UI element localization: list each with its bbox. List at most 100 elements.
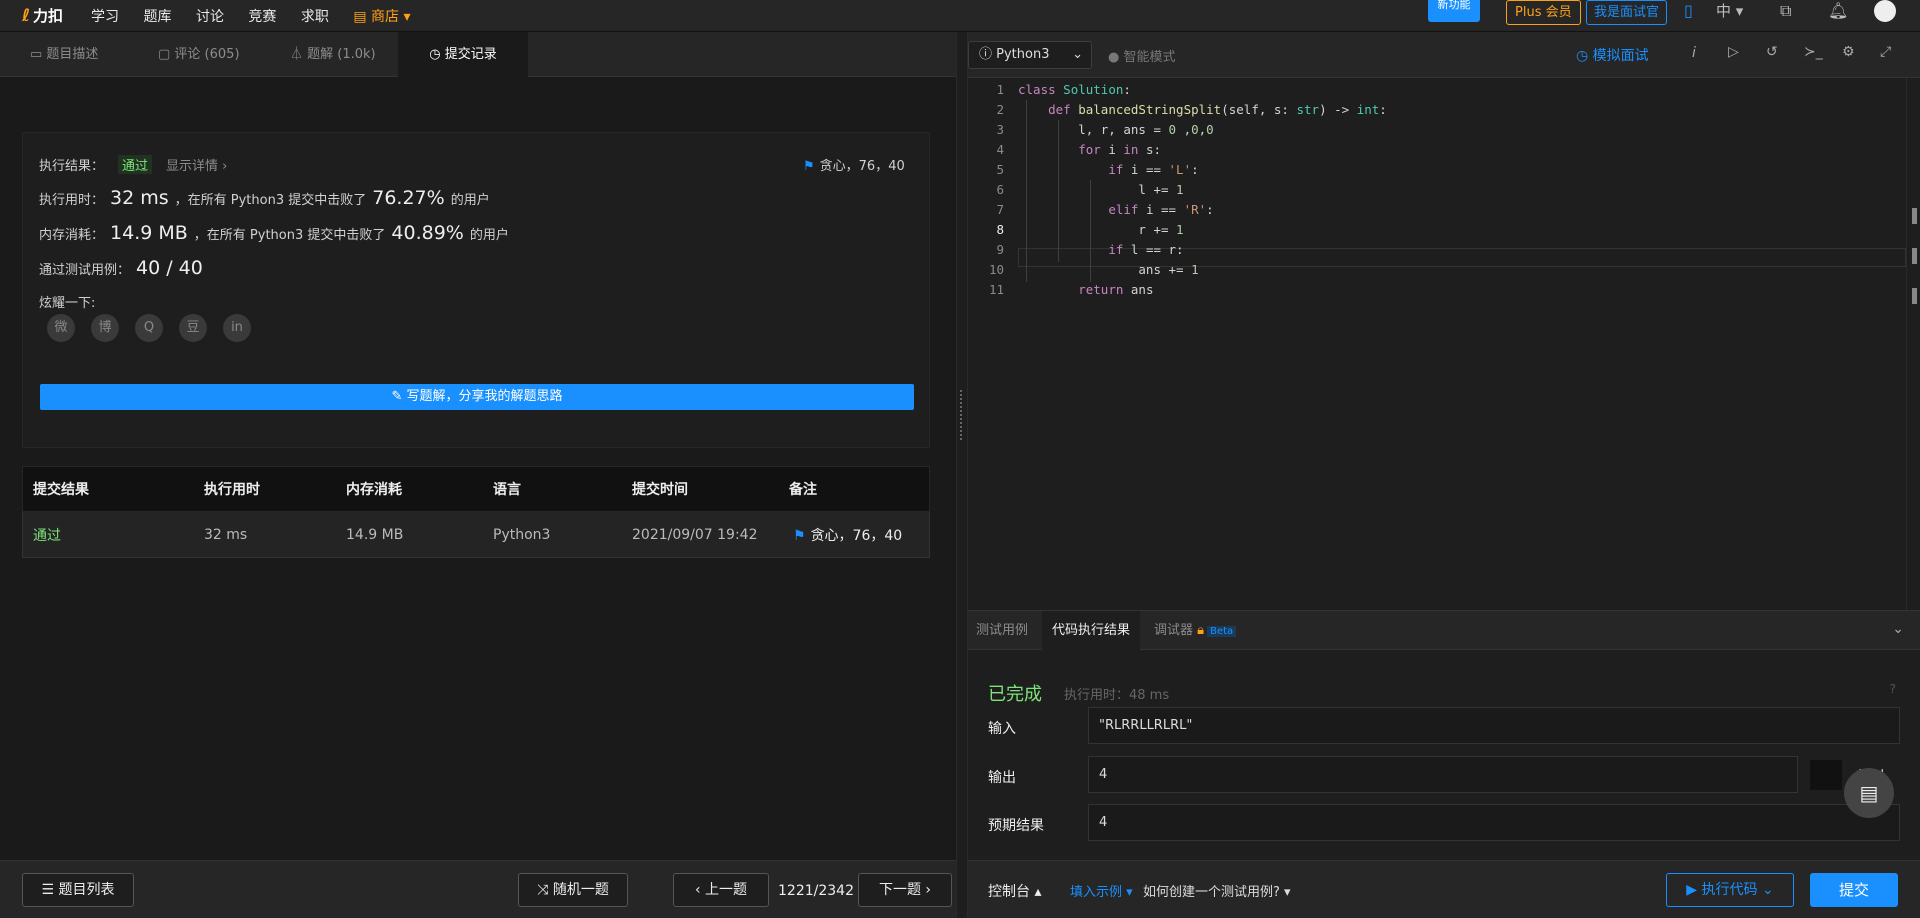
run-status: 已完成 — [988, 684, 1042, 705]
code-line: l += 1 — [1018, 182, 1184, 197]
line-number: 11 — [988, 282, 1004, 297]
mock-interview-button[interactable]: ◷ 模拟面试 — [1576, 45, 1649, 65]
code-line: r += 1 — [1018, 222, 1184, 237]
submission-note: ⚑ 贪心，76，40 — [793, 527, 903, 544]
code-line: l, r, ans = 0 ,0,0 — [1018, 122, 1214, 137]
tab-submissions[interactable]: ◷ 提交记录 — [398, 32, 528, 77]
submission-status[interactable]: 通过 — [33, 525, 61, 545]
interviewer-button[interactable]: 我是面试官 — [1586, 0, 1668, 25]
help-icon[interactable]: ? — [1890, 682, 1896, 696]
editor-toolbar: ⓘ Python3 ⌄ ● 智能模式 ◷ 模拟面试 i ▷ ↺ ≻_ ⚙ ⤢ — [968, 32, 1920, 78]
code-line: ans += 1 — [1018, 262, 1199, 277]
playground-icon[interactable]: ⧉ — [1780, 0, 1791, 22]
problem-list-button[interactable]: ☰ 题目列表 — [22, 873, 134, 907]
fill-example-button[interactable]: 填入示例 ▾ — [1070, 881, 1133, 900]
testcases-row: 通过测试用例： 40 / 40 — [39, 257, 203, 279]
qq-icon[interactable]: Q — [135, 314, 163, 342]
play-icon[interactable]: ▷ — [1728, 44, 1739, 60]
scroll-marker — [1912, 248, 1917, 264]
avatar[interactable] — [1874, 0, 1896, 22]
store-icon: ▤ — [353, 8, 371, 25]
bell-icon[interactable]: 🔔︎ — [1828, 0, 1848, 22]
clock-icon: ◷ — [429, 47, 445, 62]
share-icons: 微 博 Q 豆 in — [47, 314, 267, 342]
pane-splitter[interactable] — [956, 32, 968, 918]
code-line: return ans — [1078, 282, 1154, 297]
lock-icon: 🔒︎ — [1197, 623, 1205, 638]
code-line: def balancedStringSplit(self, s: str) ->… — [1048, 102, 1387, 117]
flag-icon: ⚑ — [793, 527, 806, 544]
nav-learn[interactable]: 学习 — [91, 6, 119, 26]
left-panel: ▭ 题目描述 ▢ 评论 (605) ⏃ 题解 (1.0k) ◷ 提交记录 执行结… — [0, 32, 956, 918]
collapse-icon[interactable]: ⌄ — [1892, 621, 1904, 637]
line-number: 7 — [996, 202, 1004, 217]
logo-icon: ℓ — [22, 5, 31, 26]
line-number: 8 — [996, 222, 1004, 237]
language-select[interactable]: ⓘ Python3 ⌄ — [968, 41, 1092, 69]
scroll-marker — [1912, 288, 1917, 304]
prev-problem-button[interactable]: ‹ 上一题 — [673, 873, 769, 907]
mobile-icon[interactable]: ▯ — [1684, 0, 1693, 22]
tab-testcase[interactable]: 测试用例 — [976, 611, 1028, 651]
tab-run-result[interactable]: 代码执行结果 — [1042, 611, 1141, 651]
right-panel: ⓘ Python3 ⌄ ● 智能模式 ◷ 模拟面试 i ▷ ↺ ≻_ ⚙ ⤢ 1 … — [968, 32, 1920, 918]
console-toggle[interactable]: 控制台 ▴ — [988, 881, 1041, 901]
line-number: 3 — [996, 122, 1004, 137]
memory-row: 内存消耗： 14.9 MB ，在所有 Python3 提交中击败了 40.89%… — [39, 222, 509, 244]
new-feature-badge[interactable]: 新功能 — [1428, 0, 1480, 22]
write-solution-button[interactable]: ✎ 写题解，分享我的解题思路 — [40, 384, 914, 410]
tab-solutions[interactable]: ⏃ 题解 (1.0k) — [290, 32, 376, 77]
linkedin-icon[interactable]: in — [223, 314, 251, 342]
expected-value: 4 — [1088, 804, 1900, 841]
line-number: 2 — [996, 102, 1004, 117]
how-to-create-testcase[interactable]: 如何创建一个测试用例? ▾ — [1143, 881, 1291, 900]
chevron-down-icon: ⌄ — [1072, 47, 1083, 62]
console-tabs: 测试用例 代码执行结果 调试器 🔒︎ Beta ⌄ — [968, 610, 1920, 651]
tab-debugger[interactable]: 调试器 🔒︎ Beta — [1154, 611, 1237, 651]
line-number: 6 — [996, 182, 1004, 197]
tab-description[interactable]: ▭ 题目描述 — [30, 32, 98, 77]
next-problem-button[interactable]: 下一题 › — [858, 873, 952, 907]
tab-comments[interactable]: ▢ 评论 (605) — [158, 32, 240, 77]
random-problem-button[interactable]: ⤨ 随机一题 — [518, 873, 628, 907]
notes-fab-icon[interactable]: ▤ — [1844, 768, 1894, 818]
result-row: 执行结果： 通过 显示详情 › — [39, 155, 227, 174]
nav-contest[interactable]: 竞赛 — [248, 6, 276, 26]
flag-icon: ⚑ — [803, 159, 815, 174]
nav-store[interactable]: ▤ 商店 ▾ — [353, 6, 410, 26]
reset-icon[interactable]: ↺ — [1766, 44, 1778, 60]
run-code-button[interactable]: ▶ 执行代码 ⌄ — [1666, 873, 1794, 907]
code-editor[interactable]: 1 2 3 4 5 6 7 8 9 10 11 class Solution: … — [968, 78, 1906, 610]
code-line: if i == 'L': — [1108, 162, 1199, 177]
fullscreen-icon[interactable]: ⤢ — [1880, 44, 1891, 60]
nav-problems[interactable]: 题库 — [144, 6, 172, 26]
settings-icon[interactable]: ⚙ — [1842, 44, 1855, 60]
drag-handle-icon — [960, 390, 964, 440]
douban-icon[interactable]: 豆 — [179, 314, 207, 342]
editor-scrollbar[interactable] — [1906, 78, 1920, 610]
status-badge: 通过 — [118, 155, 153, 174]
leetcode-logo[interactable]: ℓ 力扣 — [22, 5, 63, 26]
submissions-table: 提交结果 执行用时 内存消耗 语言 提交时间 备注 通过 32 ms 14.9 … — [22, 466, 930, 558]
line-number: 1 — [996, 82, 1004, 97]
show-details-link[interactable]: 显示详情 › — [166, 155, 227, 174]
smart-mode-toggle[interactable]: ● 智能模式 — [1108, 46, 1175, 65]
info-icon: ⓘ — [979, 47, 997, 62]
terminal-icon[interactable]: ≻_ — [1804, 44, 1823, 60]
input-value: "RLRRLLRLRL" — [1088, 707, 1900, 744]
nav-discuss[interactable]: 讨论 — [196, 6, 224, 26]
wechat-icon[interactable]: 微 — [47, 314, 75, 342]
table-row[interactable]: 通过 32 ms 14.9 MB Python3 2021/09/07 19:4… — [22, 512, 930, 558]
plus-member-button[interactable]: Plus 会员 — [1506, 0, 1581, 25]
submit-button[interactable]: 提交 — [1810, 873, 1898, 907]
beta-badge: Beta — [1207, 626, 1237, 637]
line-number: 10 — [988, 262, 1004, 277]
line-number: 5 — [996, 162, 1004, 177]
info-italic-icon[interactable]: i — [1692, 45, 1696, 61]
result-tags: ⚑ 贪心，76，40 — [803, 159, 905, 174]
doc-icon: ▭ — [30, 47, 47, 62]
nav-jobs[interactable]: 求职 — [301, 6, 329, 26]
weibo-icon[interactable]: 博 — [91, 314, 119, 342]
diff-toggle[interactable] — [1810, 760, 1842, 790]
language-switch[interactable]: 中 ▾ — [1716, 0, 1743, 22]
